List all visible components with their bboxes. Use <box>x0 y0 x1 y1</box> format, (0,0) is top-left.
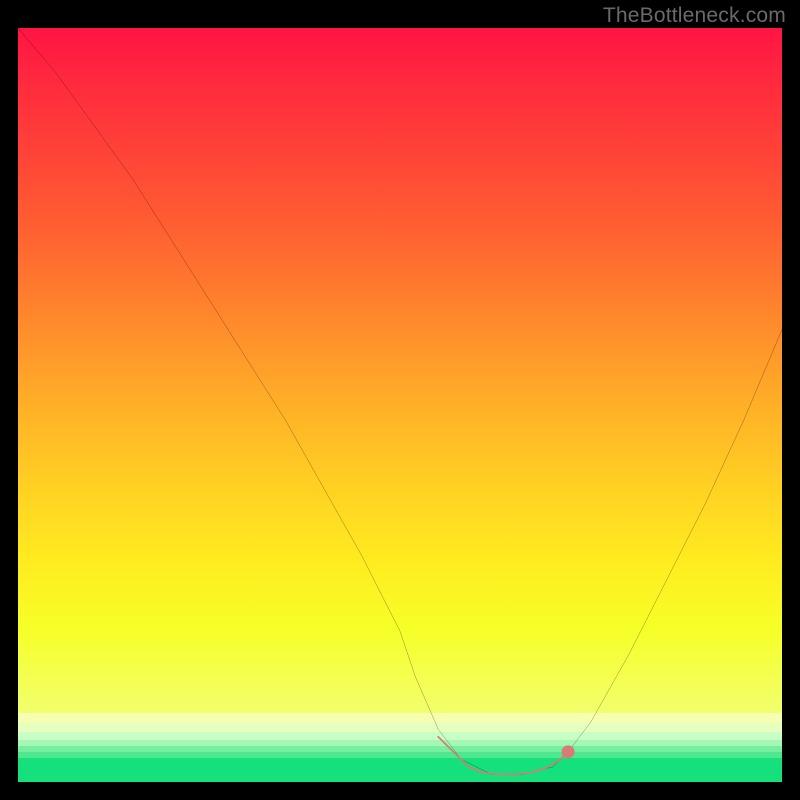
plot-area <box>18 28 782 782</box>
watermark-text: TheBottleneck.com <box>603 4 786 28</box>
optimal-region-highlight <box>438 737 568 775</box>
curve-layer <box>18 28 782 782</box>
optimal-region-end-dot <box>562 745 575 758</box>
bottleneck-curve <box>18 28 782 774</box>
chart-stage: TheBottleneck.com <box>0 0 800 800</box>
